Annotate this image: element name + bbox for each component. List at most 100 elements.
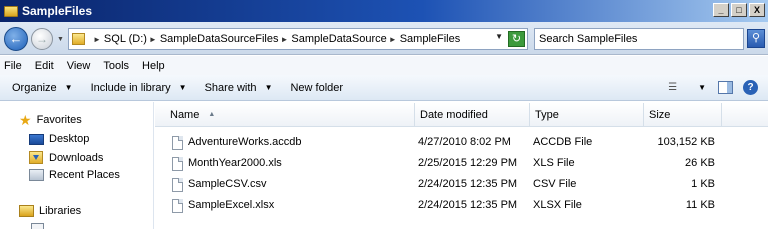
nav-label: Desktop: [49, 133, 90, 145]
column-headers: Name ▲ Date modified Type Size: [155, 103, 768, 127]
column-header-type[interactable]: Type: [530, 103, 644, 127]
file-size: 103,152 KB: [657, 136, 716, 148]
file-list: Name ▲ Date modified Type Size Adventure…: [155, 102, 768, 229]
address-bar[interactable]: ► SQL (D:) ► SampleDataSourceFiles ► Sam…: [68, 28, 528, 50]
share-with-button[interactable]: Share with ▼: [205, 82, 273, 94]
file-size: 11 KB: [685, 199, 715, 211]
column-header-size[interactable]: Size: [644, 103, 722, 127]
file-name-cell: MonthYear2000.xls: [172, 153, 282, 174]
nav-documents-partial[interactable]: [31, 223, 44, 229]
menu-edit[interactable]: Edit: [35, 60, 54, 72]
window-title: SampleFiles: [22, 4, 93, 18]
file-icon: [172, 135, 183, 150]
command-bar: Organize ▼ Include in library ▼ Share wi…: [0, 75, 768, 101]
close-button[interactable]: X: [749, 3, 765, 17]
file-row[interactable]: SampleExcel.xlsx 2/24/2015 12:35 PM XLSX…: [155, 195, 768, 216]
file-icon: [172, 156, 183, 171]
column-label: Name: [170, 109, 200, 121]
preview-pane-icon[interactable]: [718, 81, 733, 94]
recent-places-icon: [29, 169, 44, 181]
nav-label: Favorites: [36, 114, 82, 126]
new-folder-button[interactable]: New folder: [290, 82, 343, 94]
search-input[interactable]: Search SampleFiles: [534, 28, 744, 50]
nav-desktop[interactable]: Desktop: [29, 133, 89, 145]
file-name-cell: AdventureWorks.accdb: [172, 132, 302, 153]
file-date: 2/24/2015 12:35 PM: [418, 199, 518, 211]
file-date: 2/24/2015 12:35 PM: [418, 178, 518, 190]
minimize-button[interactable]: _: [713, 3, 729, 17]
star-icon: ★: [19, 112, 32, 128]
folder-icon: [72, 33, 85, 45]
nav-label: Recent Places: [49, 169, 120, 181]
chevron-right-icon[interactable]: ►: [389, 35, 397, 44]
file-name-cell: SampleExcel.xlsx: [172, 195, 274, 216]
chevron-right-icon[interactable]: ►: [149, 35, 157, 44]
back-arrow-icon[interactable]: ←: [4, 27, 28, 51]
chevron-down-icon[interactable]: ▼: [495, 32, 503, 41]
breadcrumb-folder[interactable]: SampleDataSource: [291, 33, 386, 45]
file-date: 2/25/2015 12:29 PM: [418, 157, 518, 169]
folder-icon: [4, 5, 18, 17]
maximize-button[interactable]: □: [731, 3, 747, 17]
file-icon: [172, 198, 183, 213]
file-row[interactable]: SampleCSV.csv 2/24/2015 12:35 PM CSV Fil…: [155, 174, 768, 195]
file-date: 4/27/2010 8:02 PM: [418, 136, 511, 148]
menu-view[interactable]: View: [67, 60, 91, 72]
breadcrumb-current[interactable]: SampleFiles: [400, 33, 461, 45]
column-header-name[interactable]: Name ▲: [155, 103, 415, 127]
file-size: 26 KB: [685, 157, 715, 169]
file-name: AdventureWorks.accdb: [188, 136, 302, 148]
window-controls: _ □ X: [713, 3, 765, 17]
address-row: ← → ▼ ► SQL (D:) ► SampleDataSourceFiles…: [0, 22, 768, 55]
breadcrumb-drive[interactable]: SQL (D:): [104, 33, 147, 45]
file-name-cell: SampleCSV.csv: [172, 174, 266, 195]
include-in-library-button[interactable]: Include in library ▼: [91, 82, 187, 94]
downloads-icon: [29, 151, 43, 164]
nav-libraries[interactable]: Libraries: [19, 205, 81, 217]
file-row[interactable]: AdventureWorks.accdb 4/27/2010 8:02 PM A…: [155, 132, 768, 153]
desktop-icon: [29, 133, 44, 145]
recent-pages-dropdown-icon[interactable]: ▼: [57, 36, 64, 43]
navigation-pane: ★ Favorites Desktop Downloads Recent Pla…: [0, 102, 154, 229]
chevron-right-icon[interactable]: ►: [280, 35, 288, 44]
organize-button[interactable]: Organize ▼: [12, 82, 73, 94]
file-row[interactable]: MonthYear2000.xls 2/25/2015 12:29 PM XLS…: [155, 153, 768, 174]
nav-favorites[interactable]: ★ Favorites: [19, 112, 82, 128]
file-size: 1 KB: [691, 178, 715, 190]
chevron-down-icon[interactable]: ▼: [698, 83, 706, 92]
menu-file[interactable]: File: [4, 60, 22, 72]
nav-downloads[interactable]: Downloads: [29, 151, 103, 164]
share-label: Share with: [204, 81, 257, 94]
refresh-icon[interactable]: ↻: [508, 31, 525, 47]
organize-label: Organize: [12, 81, 57, 94]
file-name: MonthYear2000.xls: [188, 157, 282, 169]
libraries-icon: [19, 205, 34, 217]
file-icon: [172, 177, 183, 192]
nav-recent-places[interactable]: Recent Places: [29, 169, 120, 181]
menu-help[interactable]: Help: [142, 60, 165, 72]
title-bar: SampleFiles _ □ X: [0, 0, 768, 22]
view-controls: ☰ ▼ ?: [668, 75, 768, 100]
help-icon[interactable]: ?: [743, 80, 758, 95]
file-type: XLS File: [533, 157, 575, 169]
views-icon[interactable]: ☰: [668, 82, 684, 94]
chevron-down-icon: ▼: [264, 83, 273, 92]
include-label: Include in library: [90, 81, 171, 94]
file-name: SampleCSV.csv: [188, 178, 267, 190]
forward-arrow-icon[interactable]: →: [31, 28, 53, 50]
column-header-date[interactable]: Date modified: [415, 103, 530, 127]
file-type: ACCDB File: [533, 136, 593, 148]
file-name: SampleExcel.xlsx: [188, 199, 275, 211]
new-folder-label: New folder: [290, 81, 344, 94]
file-type: CSV File: [533, 178, 577, 190]
menu-bar: File Edit View Tools Help: [0, 56, 768, 75]
chevron-down-icon: ▼: [64, 83, 73, 92]
breadcrumb-folder[interactable]: SampleDataSourceFiles: [160, 33, 279, 45]
menu-tools[interactable]: Tools: [103, 60, 129, 72]
search-icon[interactable]: ⚲: [747, 29, 765, 48]
documents-icon: [31, 223, 44, 229]
nav-label: Libraries: [39, 205, 82, 217]
chevron-right-icon[interactable]: ►: [93, 35, 101, 44]
sort-ascending-icon: ▲: [208, 111, 216, 118]
chevron-down-icon: ▼: [178, 83, 187, 92]
